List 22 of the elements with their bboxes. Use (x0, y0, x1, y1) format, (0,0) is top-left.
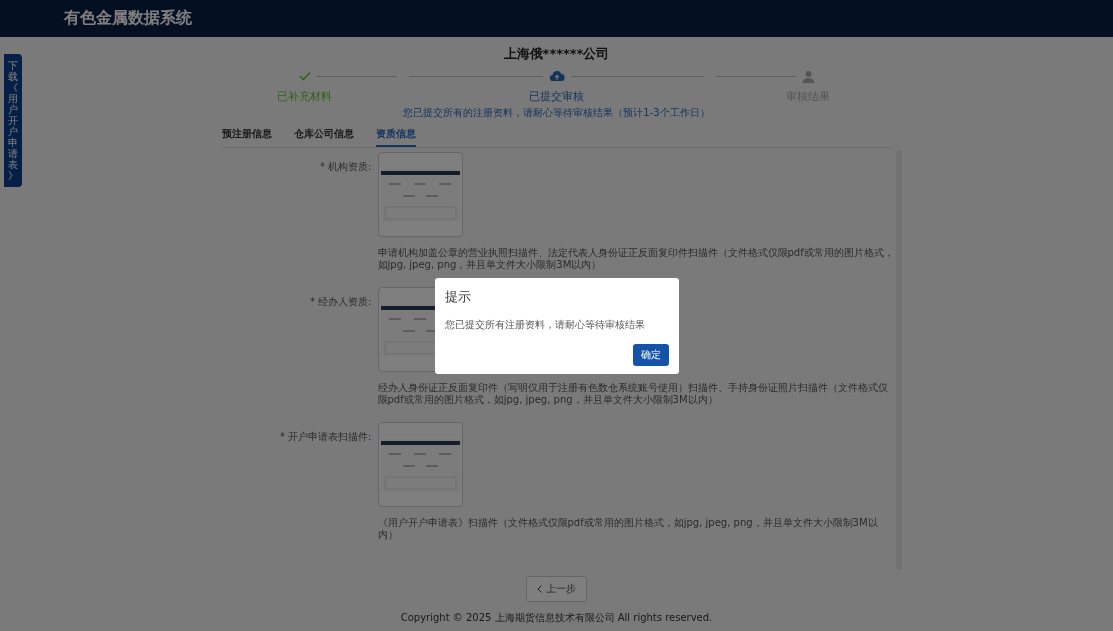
step-title: 已提交审核 (529, 89, 584, 104)
field-label: * 经办人资质: (308, 295, 372, 309)
step-title: 已补充材料 (277, 89, 333, 104)
field-hint: 申请机构加盖公章的营业执照扫描件、法定代表人身份证正反面复印件扫描件（文件格式仅限pdf或常用的图片格式，如jpg, jpeg, png，并且单文件大小限制3M以内） (377, 247, 895, 271)
document-thumbnail[interactable] (377, 152, 463, 237)
step-description: 您已提交所有的注册资料，请耐心等待审核结果（预计1-3个工作日） (403, 106, 710, 120)
field-label: * 机构资质: (318, 160, 372, 174)
confirm-button[interactable]: 确定 (633, 344, 669, 366)
dialog-message: 您已提交所有注册资料，请耐心等待审核结果 (445, 318, 646, 332)
field-label: * 开户申请表扫描件: (278, 430, 372, 444)
dialog-title: 提示 (445, 288, 472, 306)
app-title: 有色金属数据系统 (64, 8, 192, 29)
chevron-left-icon (537, 585, 542, 593)
field-hint: 经办人身份证正反面复印件（写明仅用于注册有色数仓系统账号使用）扫描件、手持身份证照片扫描件（文件格式仅限pdf或常用的图片格式，如jpg, jpeg, png，并且单文件大小限制3M以内） (377, 382, 889, 406)
copyright-text: Copyright © 2025 上海期货信息技术有限公司 All rights reserved. (400, 611, 713, 625)
tab[interactable]: 资质信息 (375, 124, 416, 147)
document-thumbnail[interactable] (377, 422, 463, 507)
tab[interactable]: 预注册信息 (221, 124, 272, 147)
download-form-tab[interactable]: 下载《用户开户申请表》 (4, 54, 22, 187)
company-name: 上海俄******公司 (503, 45, 610, 63)
field-hint: 《用户开户申请表》扫描件（文件格式仅限pdf或常用的图片格式，如jpg, jpeg, png，并且单文件大小限制3M以内） (377, 517, 879, 541)
tab[interactable]: 仓库公司信息 (293, 124, 354, 147)
